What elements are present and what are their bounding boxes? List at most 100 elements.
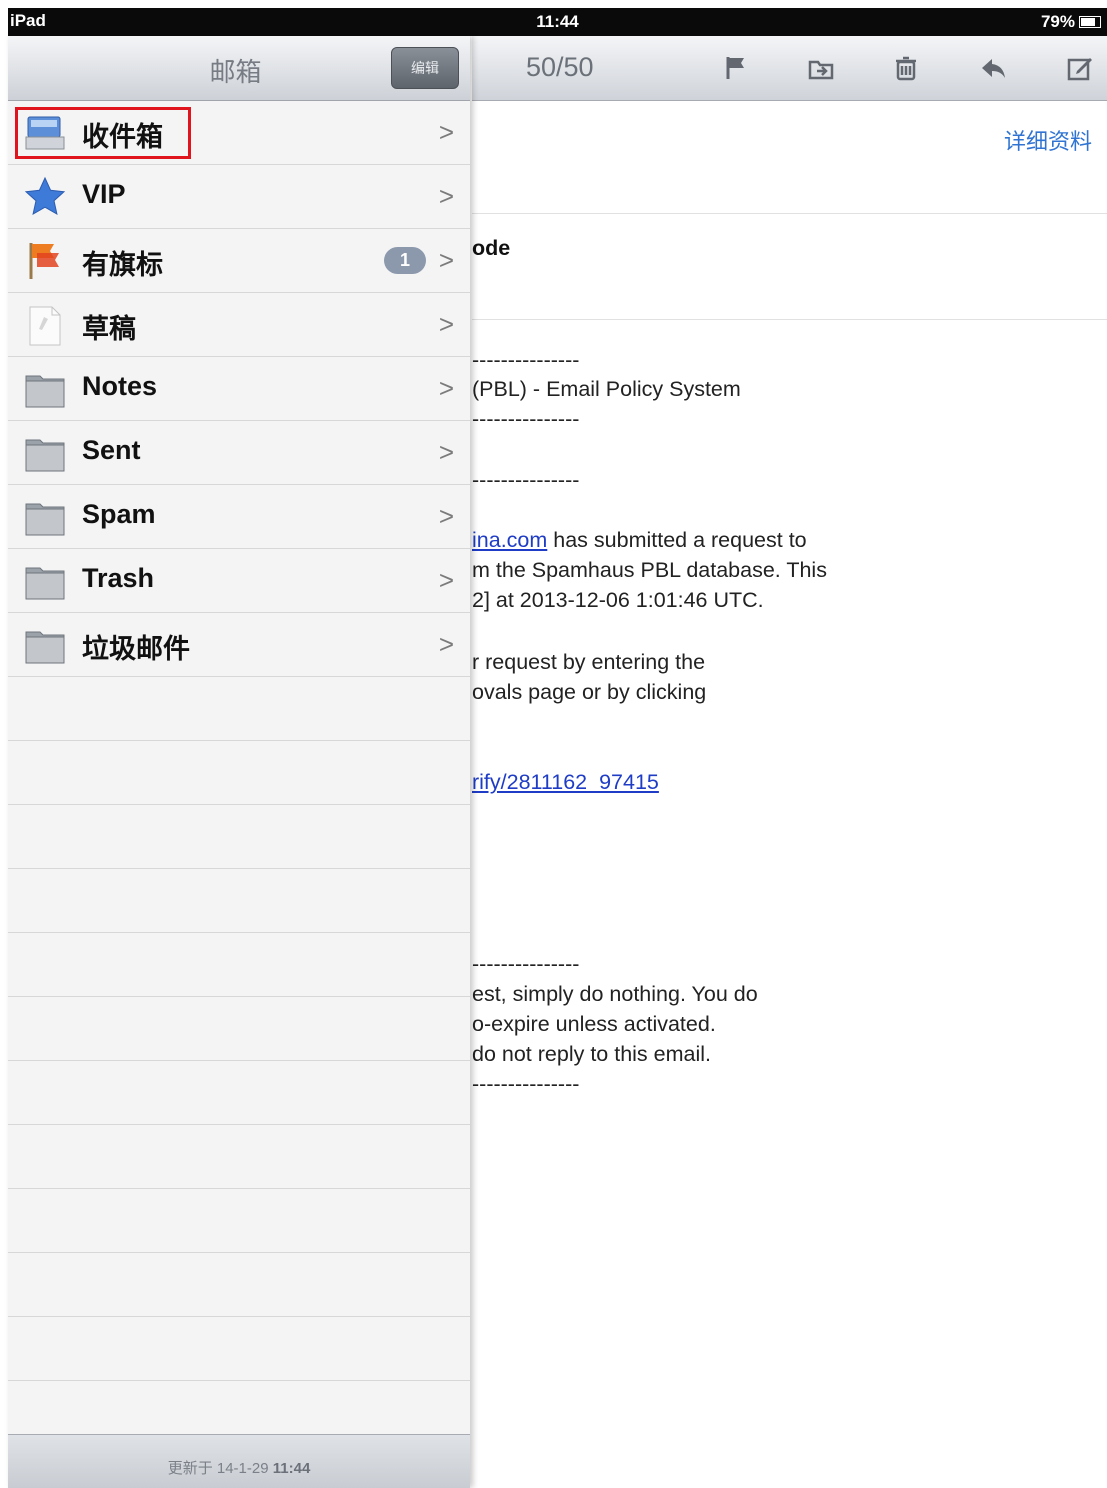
mailboxes-header: 邮箱 编辑 (8, 36, 470, 101)
body-line: --------------- (472, 468, 579, 493)
body-text: --------------- (472, 348, 580, 372)
message-body: 详细资料 ode --------------- (PBL) - Email Po… (472, 101, 1107, 1488)
chevron-right-icon: > (438, 565, 454, 595)
body-text: --------------- (472, 468, 580, 492)
empty-row (8, 741, 470, 805)
body-line: --------------- (472, 1072, 579, 1097)
body-text: est, simply do nothing. You do (472, 982, 758, 1006)
flag-icon (22, 239, 68, 283)
chevron-right-icon: > (438, 437, 454, 467)
chevron-right-icon: > (438, 501, 454, 531)
flag-icon[interactable] (720, 52, 752, 84)
mailbox-list: 收件箱 > VIP > 有旗标 1 > 草稿 > Notes > Sent > Spam > Trash > 垃圾… (8, 101, 470, 1445)
compose-icon[interactable] (1064, 52, 1096, 84)
mailbox-label: VIP (82, 179, 126, 209)
empty-row (8, 805, 470, 869)
body-text: o-expire unless activated. (472, 1012, 716, 1036)
mailbox-row[interactable]: 草稿 > (8, 293, 470, 357)
mailbox-row[interactable]: 垃圾邮件 > (8, 613, 470, 677)
body-text: --------------- (472, 407, 580, 431)
empty-row (8, 933, 470, 997)
mailbox-row[interactable]: Trash > (8, 549, 470, 613)
body-text: --------------- (472, 952, 580, 976)
folder-icon (22, 559, 68, 603)
chevron-right-icon: > (438, 117, 454, 147)
empty-row (8, 1253, 470, 1317)
reply-icon[interactable] (977, 52, 1009, 84)
body-link[interactable]: rify/2811162_97415 (472, 770, 659, 794)
body-text: ovals page or by clicking (472, 680, 707, 704)
message-toolbar: 50/50 (472, 36, 1107, 101)
body-line: ovals page or by clicking (472, 680, 706, 705)
chevron-right-icon: > (438, 309, 454, 339)
body-text: 2] at 2013-12-06 1:01:46 UTC. (472, 588, 764, 612)
folder-icon (22, 431, 68, 475)
mailbox-row[interactable]: 收件箱 > (8, 101, 470, 165)
folder-icon (22, 495, 68, 539)
mailbox-label: Notes (82, 371, 158, 401)
body-text: m the Spamhaus PBL database. This (472, 558, 827, 582)
chevron-right-icon: > (438, 373, 454, 403)
draft-icon (22, 303, 68, 347)
mailbox-label: Trash (82, 563, 155, 593)
body-text: r request by entering the (472, 650, 706, 674)
mailbox-label: Spam (82, 499, 156, 529)
mailbox-row[interactable]: Spam > (8, 485, 470, 549)
message-counter: 50/50 (526, 52, 594, 82)
body-text: (PBL) - Email Policy System (472, 377, 741, 401)
mailbox-row[interactable]: VIP > (8, 165, 470, 229)
mailbox-label: 草稿 (82, 314, 136, 344)
body-text: do not reply to this email. (472, 1042, 712, 1066)
details-link[interactable]: 详细资料 (1004, 124, 1092, 156)
body-text: has submitted a request to (547, 528, 807, 552)
body-line: --------------- (472, 952, 579, 977)
body-text: --------------- (472, 1072, 580, 1096)
body-line: 2] at 2013-12-06 1:01:46 UTC. (472, 588, 764, 613)
body-link[interactable]: ina.com (472, 528, 547, 552)
body-line: do not reply to this email. (472, 1042, 711, 1067)
move-folder-icon[interactable] (805, 52, 837, 84)
status-bar: iPad 11:44 79% (8, 8, 1107, 36)
edit-button[interactable]: 编辑 (391, 47, 459, 89)
folder-icon (22, 623, 68, 667)
empty-row (8, 1317, 470, 1381)
body-line: rify/2811162_97415 (472, 770, 659, 795)
battery-icon (1079, 16, 1101, 28)
body-line: (PBL) - Email Policy System (472, 377, 741, 402)
body-line: ina.com has submitted a request to (472, 528, 807, 553)
body-line: --------------- (472, 348, 579, 373)
body-line: r request by entering the (472, 650, 705, 675)
unread-badge: 1 (384, 247, 426, 274)
empty-row (8, 677, 470, 741)
mailbox-label: 垃圾邮件 (82, 634, 190, 664)
highlight-box (15, 107, 191, 159)
mailboxes-footer: 更新于 14-1-29 11:44 (8, 1434, 470, 1488)
chevron-right-icon: > (438, 181, 454, 211)
divider (472, 213, 1107, 214)
battery-status: 79% (1041, 12, 1101, 32)
mailbox-label: Sent (82, 435, 141, 465)
body-line: --------------- (472, 407, 579, 432)
mailbox-row[interactable]: Sent > (8, 421, 470, 485)
updated-timestamp: 更新于 14-1-29 11:44 (167, 1460, 311, 1477)
battery-percent: 79% (1040, 12, 1075, 31)
subject-text: ode (472, 236, 511, 260)
mailboxes-popover: 邮箱 编辑 收件箱 > VIP > 有旗标 1 > 草稿 > Notes > Sent > Spam > Tr… (8, 36, 470, 1488)
body-line: m the Spamhaus PBL database. This (472, 558, 827, 583)
body-line: est, simply do nothing. You do (472, 982, 758, 1007)
empty-row (8, 1189, 470, 1253)
empty-row (8, 997, 470, 1061)
chevron-right-icon: > (438, 629, 454, 659)
clock: 11:44 (536, 12, 579, 31)
empty-row (8, 1061, 470, 1125)
mailbox-row[interactable]: 有旗标 1 > (8, 229, 470, 293)
divider (472, 319, 1107, 320)
trash-icon[interactable] (890, 52, 922, 84)
mailbox-label: 有旗标 (82, 250, 163, 280)
star-icon (22, 175, 68, 219)
chevron-right-icon: > (438, 245, 454, 275)
body-line: o-expire unless activated. (472, 1012, 716, 1037)
empty-row (8, 1125, 470, 1189)
mailbox-row[interactable]: Notes > (8, 357, 470, 421)
empty-row (8, 869, 470, 933)
